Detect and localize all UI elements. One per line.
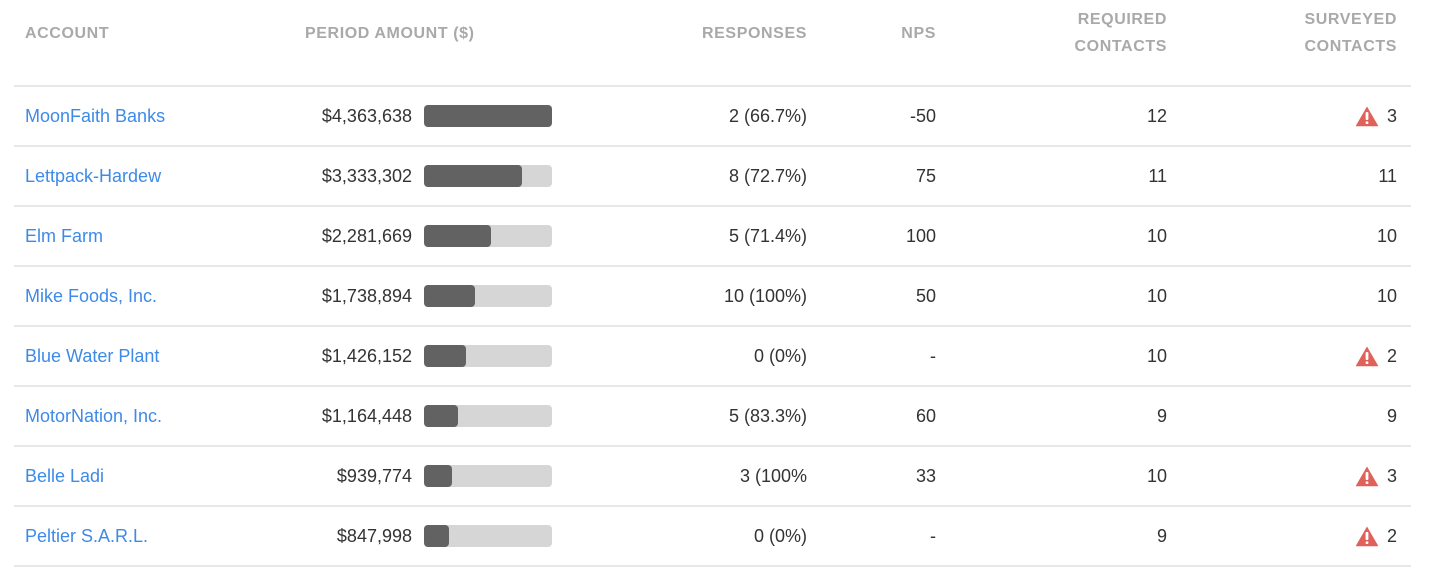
amount-bar-fill [424, 105, 552, 127]
amount-bar-fill [424, 225, 491, 247]
period-amount: $1,426,152 [321, 346, 412, 366]
responses-value: 10 (100%) [723, 286, 807, 306]
accounts-table: ACCOUNT PERIOD AMOUNT ($) RESPONSES NPS … [14, 0, 1411, 567]
amount-bar [424, 465, 552, 487]
required-contacts-value: 12 [1146, 106, 1167, 126]
surveyed-contacts: 11 [1378, 147, 1397, 205]
required-contacts-value: 10 [1146, 466, 1167, 486]
amount-bar [424, 165, 552, 187]
account-link[interactable]: Lettpack-Hardew [25, 147, 161, 205]
table-header: ACCOUNT PERIOD AMOUNT ($) RESPONSES NPS … [14, 0, 1411, 87]
table-row: Blue Water Plant $1,426,152 0 (0%) - 10 … [14, 327, 1411, 387]
responses-value: 0 (0%) [753, 526, 807, 546]
nps-value: 33 [915, 466, 936, 486]
surveyed-contacts: 3 [1355, 447, 1397, 505]
account-link[interactable]: Mike Foods, Inc. [25, 267, 157, 325]
column-header-period-amount[interactable]: PERIOD AMOUNT ($) [305, 20, 475, 47]
warning-icon [1355, 466, 1379, 487]
account-link[interactable]: Blue Water Plant [25, 327, 159, 385]
table-row: MoonFaith Banks $4,363,638 2 (66.7%) -50… [14, 87, 1411, 147]
column-header-required-line1: REQUIRED [1077, 11, 1167, 28]
required-contacts-value: 9 [1156, 526, 1167, 546]
surveyed-contacts-value: 3 [1386, 466, 1397, 486]
account-link[interactable]: MotorNation, Inc. [25, 387, 162, 445]
amount-bar-fill [424, 525, 449, 547]
account-link[interactable]: MoonFaith Banks [25, 87, 165, 145]
period-amount: $939,774 [336, 466, 412, 486]
period-amount: $1,164,448 [321, 406, 412, 426]
table-row: Lettpack-Hardew $3,333,302 8 (72.7%) 75 … [14, 147, 1411, 207]
amount-bar [424, 105, 552, 127]
column-header-required-contacts[interactable]: REQUIRED CONTACTS [1075, 6, 1168, 60]
surveyed-contacts: 3 [1355, 87, 1397, 145]
surveyed-contacts: 9 [1387, 387, 1397, 445]
column-header-responses[interactable]: RESPONSES [702, 20, 807, 47]
amount-bar [424, 345, 552, 367]
surveyed-contacts: 10 [1377, 267, 1397, 325]
table-row: MotorNation, Inc. $1,164,448 5 (83.3%) 6… [14, 387, 1411, 447]
column-header-account[interactable]: ACCOUNT [25, 20, 109, 47]
surveyed-contacts: 10 [1377, 207, 1397, 265]
column-header-required-line2: CONTACTS [1074, 38, 1167, 55]
warning-icon [1355, 106, 1379, 127]
column-header-nps[interactable]: NPS [901, 20, 936, 47]
required-contacts-value: 9 [1156, 406, 1167, 426]
table-body: MoonFaith Banks $4,363,638 2 (66.7%) -50… [14, 87, 1411, 567]
responses-value: 2 (66.7%) [728, 106, 807, 126]
period-amount: $2,281,669 [321, 226, 412, 246]
table-row: Belle Ladi $939,774 3 (100% 33 10 3 [14, 447, 1411, 507]
table-row: Peltier S.A.R.L. $847,998 0 (0%) - 9 2 [14, 507, 1411, 567]
amount-bar-fill [424, 465, 452, 487]
surveyed-contacts-value: 2 [1386, 526, 1397, 546]
amount-bar [424, 225, 552, 247]
amount-bar [424, 405, 552, 427]
surveyed-contacts: 2 [1355, 507, 1397, 565]
surveyed-contacts-value: 3 [1386, 106, 1397, 126]
responses-value: 5 (71.4%) [728, 226, 807, 246]
amount-bar-fill [424, 345, 466, 367]
nps-value: 50 [915, 286, 936, 306]
nps-value: -50 [909, 106, 936, 126]
responses-value: 3 (100% [739, 466, 807, 486]
amount-bar-fill [424, 165, 522, 187]
column-header-surveyed-contacts[interactable]: SURVEYED CONTACTS [1304, 6, 1397, 60]
required-contacts-value: 10 [1146, 226, 1167, 246]
surveyed-contacts-value: 10 [1376, 286, 1397, 306]
amount-bar-fill [424, 285, 475, 307]
nps-value: - [930, 346, 936, 366]
responses-value: 5 (83.3%) [728, 406, 807, 426]
amount-bar-fill [424, 405, 459, 427]
table-row: Elm Farm $2,281,669 5 (71.4%) 100 10 10 [14, 207, 1411, 267]
period-amount: $847,998 [336, 526, 412, 546]
amount-bar [424, 285, 552, 307]
period-amount: $1,738,894 [321, 286, 412, 306]
account-link[interactable]: Elm Farm [25, 207, 103, 265]
required-contacts-value: 10 [1146, 346, 1167, 366]
column-header-surveyed-line2: CONTACTS [1304, 38, 1397, 55]
responses-value: 0 (0%) [753, 346, 807, 366]
surveyed-contacts-value: 11 [1378, 166, 1397, 186]
surveyed-contacts-value: 9 [1386, 406, 1397, 426]
nps-value: - [930, 526, 936, 546]
responses-value: 8 (72.7%) [728, 166, 807, 186]
nps-value: 100 [905, 226, 936, 246]
column-header-surveyed-line1: SURVEYED [1304, 11, 1397, 28]
surveyed-contacts: 2 [1355, 327, 1397, 385]
account-link[interactable]: Belle Ladi [25, 447, 104, 505]
table-row: Mike Foods, Inc. $1,738,894 10 (100%) 50… [14, 267, 1411, 327]
required-contacts-value: 10 [1146, 286, 1167, 306]
period-amount: $3,333,302 [321, 166, 412, 186]
nps-value: 60 [915, 406, 936, 426]
nps-value: 75 [915, 166, 936, 186]
account-link[interactable]: Peltier S.A.R.L. [25, 507, 148, 565]
warning-icon [1355, 346, 1379, 367]
amount-bar [424, 525, 552, 547]
surveyed-contacts-value: 10 [1376, 226, 1397, 246]
period-amount: $4,363,638 [321, 106, 412, 126]
surveyed-contacts-value: 2 [1386, 346, 1397, 366]
required-contacts-value: 11 [1148, 166, 1167, 186]
warning-icon [1355, 526, 1379, 547]
